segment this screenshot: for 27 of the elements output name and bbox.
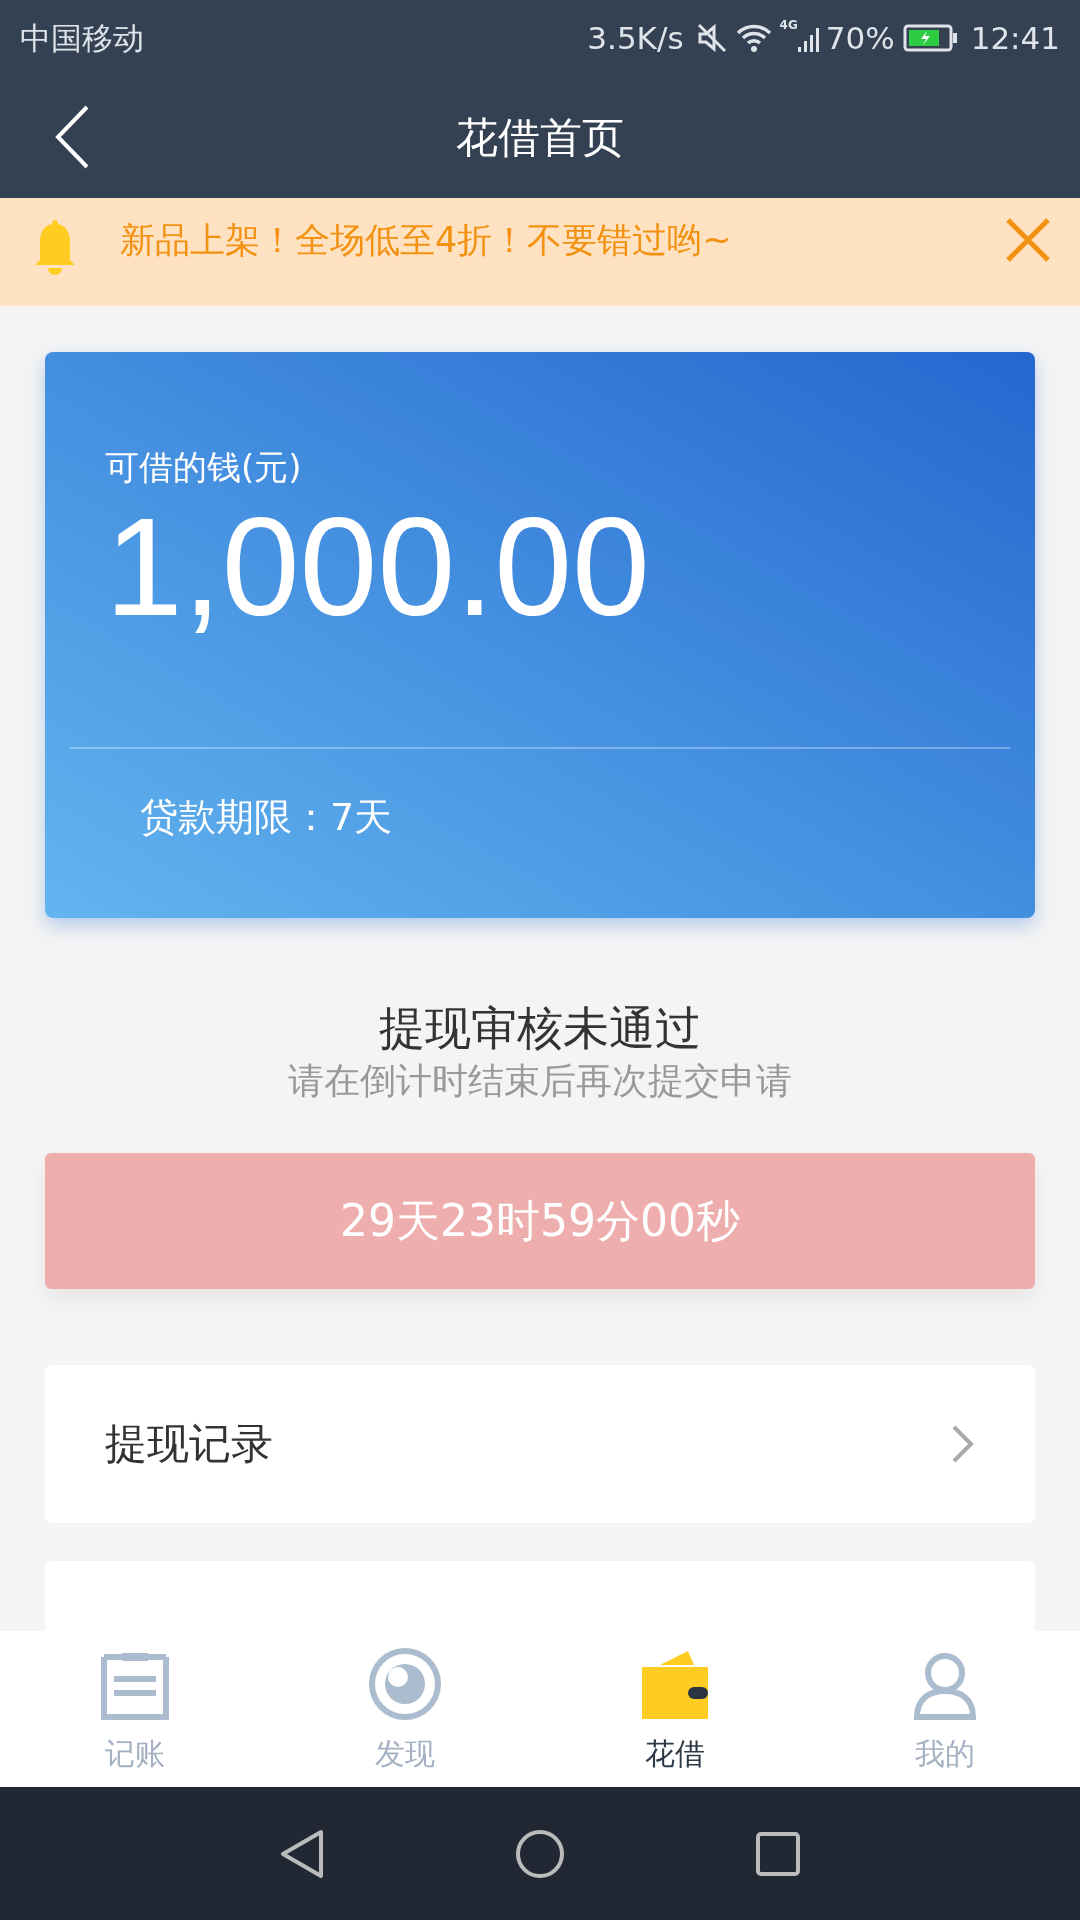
chevron-icon [951,1423,975,1464]
loan-term: 贷款期限：7天 [140,794,394,841]
loan-label: 可借的钱(元) [105,446,303,489]
bell-icon [34,218,76,276]
review-hint: 请在倒计时结束后再次提交申请 [288,1058,792,1103]
review-status: 提现审核未通过 [379,1000,701,1057]
tab-button[interactable]: 花借 [540,1631,810,1787]
tab-button[interactable]: 我的 [810,1631,1080,1787]
network-type: 4G [779,17,798,34]
notice-text: 新品上架！全场低至4折！不要错过哟~ [120,219,732,262]
mute-icon [695,22,728,54]
tab-button[interactable]: 记账 [0,1631,270,1787]
clock: 12:41 [970,18,1060,58]
wifi-icon [735,23,772,53]
page-title: 花借首页 [456,112,624,162]
loan-amount: 1,000.00 [105,497,651,637]
menu-row[interactable]: 提现记录 [45,1364,1035,1523]
carrier-name: 中国移动 [20,18,144,58]
network-speed: 3.5K/s [587,18,684,58]
countdown-bar: 29天23时59分00秒 [45,1152,1035,1289]
recents-nav-button[interactable] [755,1830,801,1877]
home-nav-button[interactable] [515,1828,565,1879]
battery-icon [902,24,959,52]
battery-percent: 70% [825,18,895,58]
tab-button[interactable]: 发现 [270,1631,540,1787]
back-nav-button[interactable] [279,1827,325,1880]
eye-icon [368,1645,442,1721]
